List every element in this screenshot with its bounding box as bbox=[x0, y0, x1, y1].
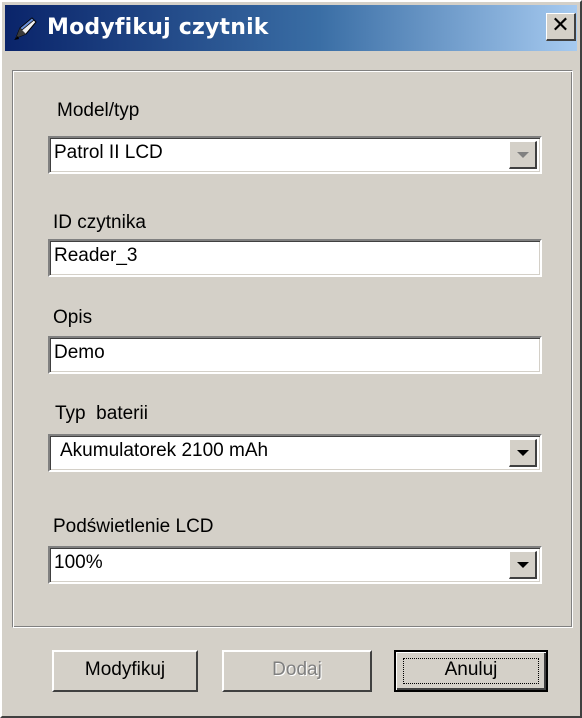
chevron-down-icon bbox=[509, 141, 537, 169]
chevron-down-icon[interactable] bbox=[509, 439, 537, 467]
pen-icon bbox=[14, 17, 37, 40]
dialog-window: Modyfikuj czytnik ✕ Model/typ Patrol II … bbox=[0, 0, 582, 718]
battery-label: Typ baterii bbox=[55, 403, 148, 424]
model-value: Patrol II LCD bbox=[54, 142, 163, 163]
chevron-down-icon[interactable] bbox=[509, 551, 537, 579]
description-input[interactable]: Demo bbox=[48, 336, 542, 374]
reader-id-input[interactable]: Reader_3 bbox=[48, 239, 542, 277]
description-label: Opis bbox=[53, 307, 93, 328]
add-button: Dodaj bbox=[222, 650, 372, 692]
cancel-label: Anuluj bbox=[444, 659, 498, 680]
backlight-label: Podświetlenie LCD bbox=[53, 516, 214, 537]
backlight-value: 100% bbox=[54, 552, 103, 573]
window-title: Modyfikuj czytnik bbox=[47, 15, 269, 40]
model-select: Patrol II LCD bbox=[48, 136, 542, 174]
cancel-button[interactable]: Anuluj bbox=[394, 650, 548, 692]
title-bar[interactable]: Modyfikuj czytnik ✕ bbox=[5, 5, 577, 51]
reader-id-label: ID czytnika bbox=[53, 212, 146, 233]
reader-id-value: Reader_3 bbox=[54, 245, 138, 266]
description-value: Demo bbox=[54, 342, 105, 363]
backlight-select[interactable]: 100% bbox=[48, 546, 542, 584]
close-button[interactable]: ✕ bbox=[546, 13, 576, 41]
modify-button[interactable]: Modyfikuj bbox=[52, 650, 198, 692]
battery-value: Akumulatorek 2100 mAh bbox=[60, 440, 269, 461]
model-label: Model/typ bbox=[57, 100, 140, 121]
close-icon: ✕ bbox=[551, 13, 570, 38]
battery-select[interactable]: Akumulatorek 2100 mAh bbox=[48, 434, 542, 472]
